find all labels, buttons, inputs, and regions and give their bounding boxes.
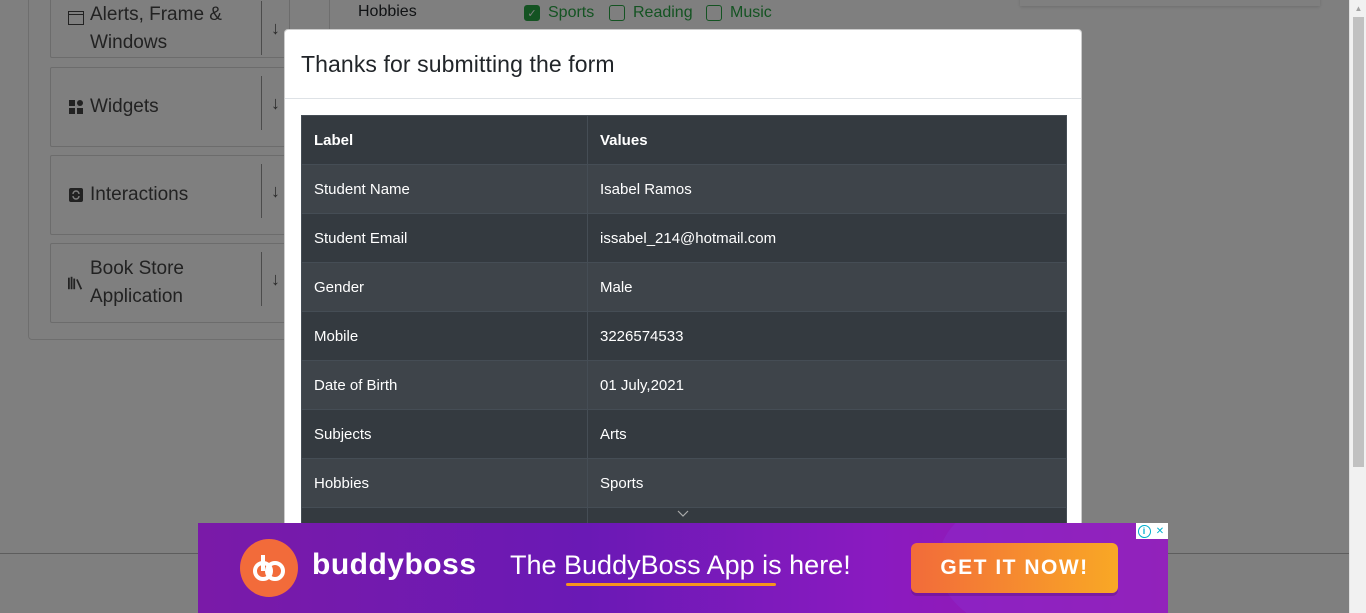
ad-underline <box>566 583 776 586</box>
row-label: Hobbies <box>301 458 588 508</box>
table-row: Subjects Arts <box>301 409 1067 459</box>
table-row: Hobbies Sports <box>301 458 1067 508</box>
submission-table: Label Values Student Name Isabel Ramos S… <box>301 115 1067 557</box>
row-label: Mobile <box>301 311 588 361</box>
row-label: Date of Birth <box>301 360 588 410</box>
row-value: Sports <box>587 458 1067 508</box>
table-row: Gender Male <box>301 262 1067 312</box>
ad-headline: The BuddyBoss App is here! <box>510 550 851 580</box>
row-value: 01 July,2021 <box>587 360 1067 410</box>
buddyboss-logo-icon <box>240 539 298 597</box>
row-value: 3226574533 <box>587 311 1067 361</box>
table-row: Student Email issabel_214@hotmail.com <box>301 213 1067 263</box>
row-label: Subjects <box>301 409 588 459</box>
table-row: Date of Birth 01 July,2021 <box>301 360 1067 410</box>
page-scrollbar[interactable]: ▲ <box>1349 0 1366 613</box>
scroll-up-icon[interactable]: ▲ <box>1350 0 1366 17</box>
chevron-down-icon <box>677 508 689 520</box>
table-row: Mobile 3226574533 <box>301 311 1067 361</box>
row-value: Isabel Ramos <box>587 164 1067 214</box>
row-value: Male <box>587 262 1067 312</box>
row-label: Student Email <box>301 213 588 263</box>
info-icon[interactable]: i <box>1137 524 1151 538</box>
table-row: Student Name Isabel Ramos <box>301 164 1067 214</box>
row-value: Arts <box>587 409 1067 459</box>
row-label: Gender <box>301 262 588 312</box>
ad-controls: i ✕ <box>1136 523 1168 539</box>
table-header-row: Label Values <box>301 115 1067 165</box>
column-header-values: Values <box>587 115 1067 165</box>
ad-cta-button[interactable]: GET IT NOW! <box>911 543 1118 593</box>
row-value: issabel_214@hotmail.com <box>587 213 1067 263</box>
row-label: Student Name <box>301 164 588 214</box>
modal-title: Thanks for submitting the form <box>301 50 615 77</box>
modal-body[interactable]: Label Values Student Name Isabel Ramos S… <box>301 115 1067 557</box>
close-icon[interactable]: ✕ <box>1154 525 1167 538</box>
column-header-label: Label <box>301 115 588 165</box>
scrollbar-thumb[interactable] <box>1353 17 1364 467</box>
modal-header: Thanks for submitting the form <box>285 30 1081 99</box>
ad-banner[interactable]: buddyboss The BuddyBoss App is here! GET… <box>198 523 1168 613</box>
ad-brand: buddyboss <box>312 548 477 581</box>
